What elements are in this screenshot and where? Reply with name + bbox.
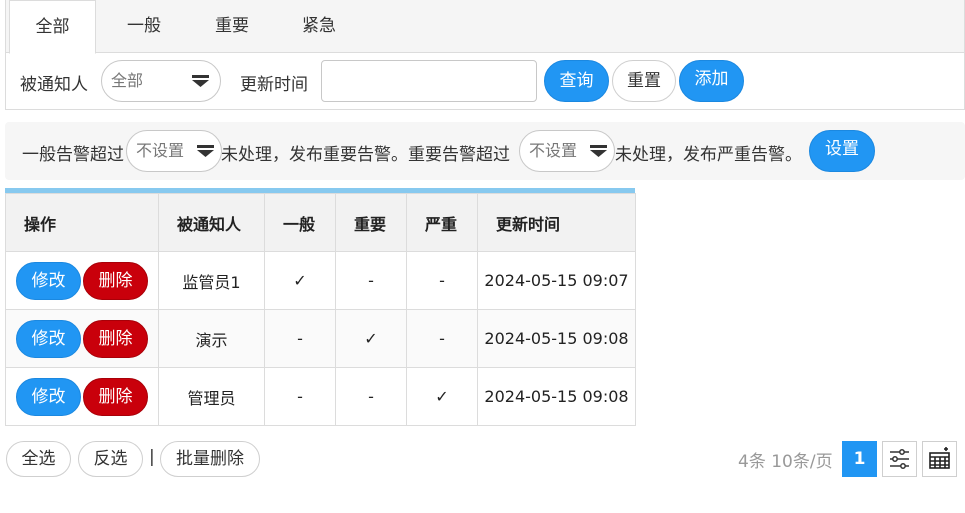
cell-important: ✓ [335,309,407,368]
cell-severe: ✓ [406,367,478,426]
cell-general: ✓ [264,251,336,310]
important-timeout-value: 不设置 [529,141,578,160]
cell-severe: - [406,251,478,310]
row-actions: 修改 删除 [5,251,159,310]
table-export-icon [929,447,950,469]
export-table-button[interactable] [922,441,957,477]
cell-updated: 2024-05-15 09:07 [477,251,636,310]
col-header-important[interactable]: 重要 [335,193,407,252]
update-time-label: 更新时间 [240,75,308,95]
edit-button[interactable]: 修改 [16,319,81,358]
search-button[interactable]: 查询 [544,60,609,102]
important-timeout-select[interactable]: 不设置 [519,130,615,172]
footer-separator: | [149,447,155,467]
tab-all[interactable]: 全部 [9,0,96,54]
pager-info: 4条 10条/页 [738,452,833,472]
invert-selection-button[interactable]: 反选 [78,441,143,477]
alert-text-important: 未处理，发布重要告警。重要告警超过 [221,145,510,165]
general-timeout-value: 不设置 [136,141,185,160]
delete-button[interactable]: 删除 [83,377,148,416]
batch-delete-button[interactable]: 批量删除 [160,441,260,477]
col-header-actions: 操作 [5,193,159,252]
column-settings-button[interactable] [882,441,917,477]
cell-updated: 2024-05-15 09:08 [477,309,636,368]
tab-important[interactable]: 重要 [192,0,272,54]
filter-row: 被通知人 全部 更新时间 查询 重置 添加 [6,54,964,109]
col-header-general[interactable]: 一般 [264,193,336,252]
table-header-row: 操作 被通知人 一般 重要 严重 更新时间 [5,193,636,252]
row-actions: 修改 删除 [5,309,159,368]
col-header-updated[interactable]: 更新时间 [477,193,636,252]
sliders-icon [890,449,909,469]
delete-button[interactable]: 删除 [83,319,148,358]
cell-general: - [264,367,336,426]
caret-down-icon [590,145,607,157]
alert-settings-bar: 一般告警超过 不设置 未处理，发布重要告警。重要告警超过 不设置 未处理，发布严… [5,122,965,180]
set-button[interactable]: 设置 [809,130,875,172]
reset-button[interactable]: 重置 [612,60,676,102]
general-timeout-select[interactable]: 不设置 [126,130,222,172]
cell-important: - [335,367,407,426]
notifier-table: 操作 被通知人 一般 重要 严重 更新时间 修改 删除 监管员1 ✓ - - 20… [5,188,636,426]
select-all-button[interactable]: 全选 [6,441,71,477]
table-row[interactable]: 修改 删除 演示 - ✓ - 2024-05-15 09:08 [5,309,636,368]
caret-down-icon [197,145,214,157]
cell-general: - [264,309,336,368]
delete-button[interactable]: 删除 [83,261,148,300]
alert-text-severe: 未处理，发布严重告警。 [615,145,802,165]
cell-important: - [335,251,407,310]
table-row[interactable]: 修改 删除 管理员 - - ✓ 2024-05-15 09:08 [5,367,636,426]
filter-panel: 全部 一般 重要 紧急 被通知人 全部 更新时间 查询 重置 添加 [5,0,965,110]
row-actions: 修改 删除 [5,367,159,426]
cell-notifier: 监管员1 [158,251,265,310]
notifier-select[interactable]: 全部 [101,60,221,102]
col-header-severe[interactable]: 严重 [406,193,478,252]
cell-notifier: 管理员 [158,367,265,426]
page-button-current[interactable]: 1 [842,441,877,477]
notifier-select-value: 全部 [111,71,144,90]
notifier-label: 被通知人 [20,75,88,95]
tab-bar: 全部 一般 重要 紧急 [6,0,964,54]
add-button[interactable]: 添加 [679,60,744,102]
edit-button[interactable]: 修改 [16,261,81,300]
cell-severe: - [406,309,478,368]
tab-urgent[interactable]: 紧急 [279,0,359,54]
table-row[interactable]: 修改 删除 监管员1 ✓ - - 2024-05-15 09:07 [5,251,636,310]
tab-general[interactable]: 一般 [104,0,184,54]
col-header-notifier[interactable]: 被通知人 [158,193,265,252]
alert-text-general: 一般告警超过 [22,145,124,165]
cell-updated: 2024-05-15 09:08 [477,367,636,426]
cell-notifier: 演示 [158,309,265,368]
caret-down-icon [192,75,209,87]
edit-button[interactable]: 修改 [16,377,81,416]
update-time-input[interactable] [321,60,537,102]
